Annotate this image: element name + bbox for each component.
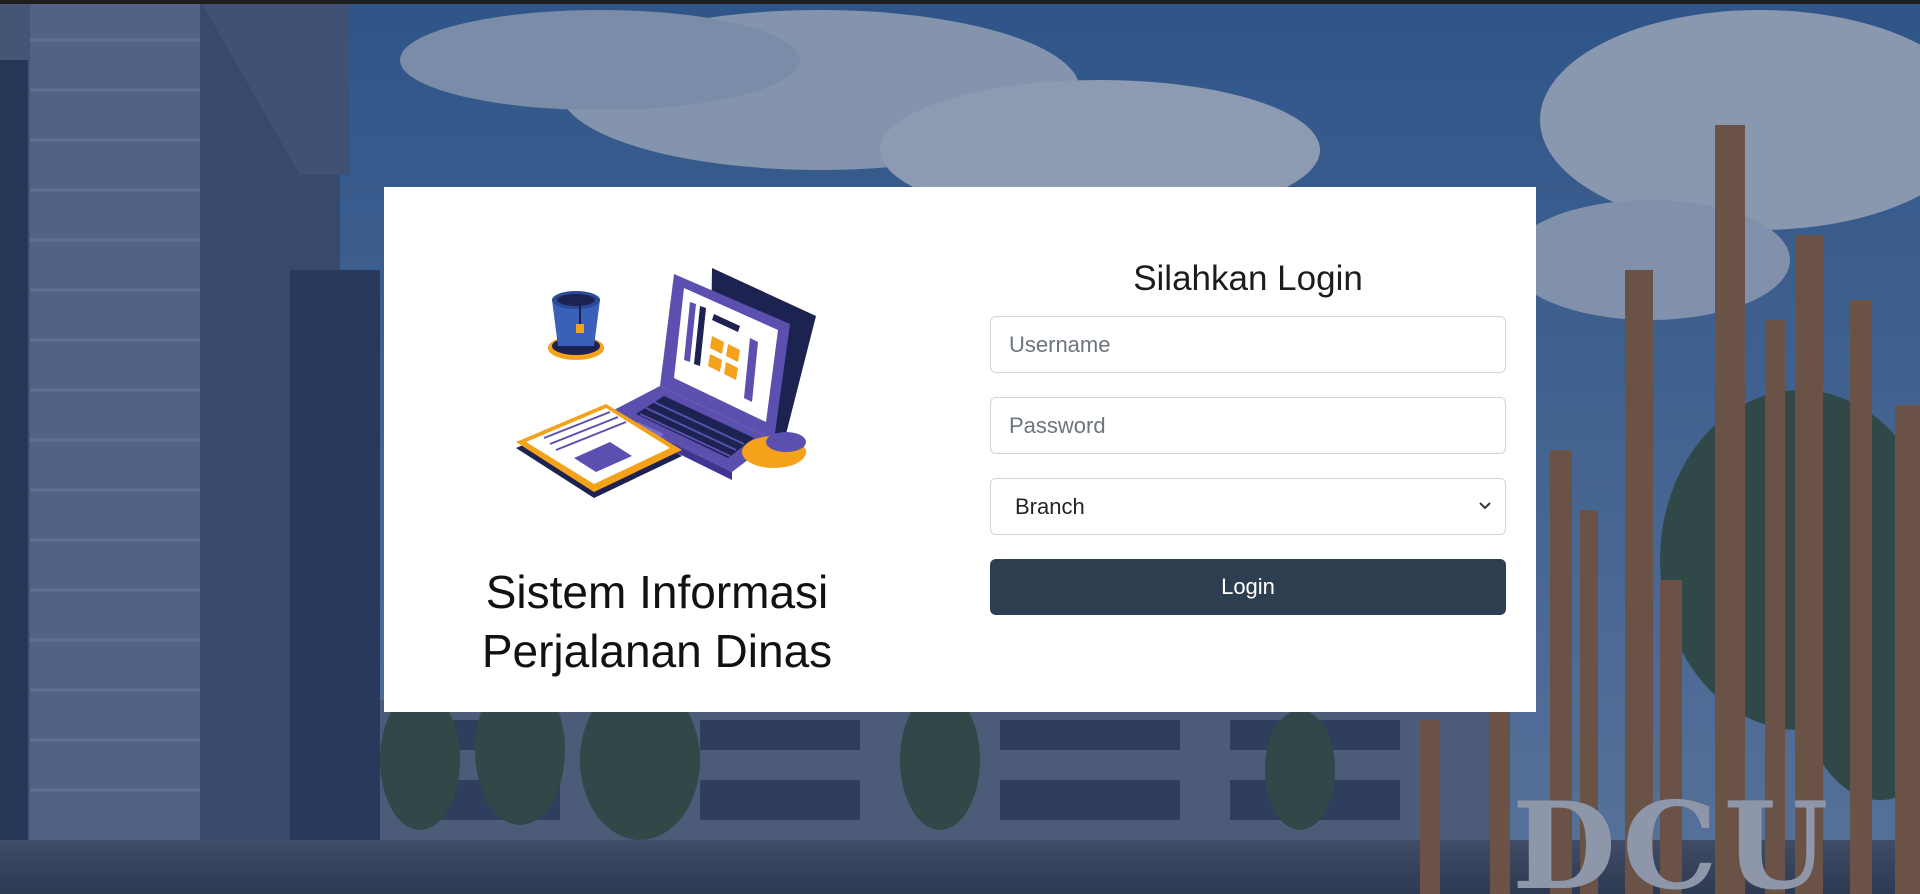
login-heading: Silahkan Login xyxy=(1133,259,1363,298)
branch-select-value: Branch xyxy=(1015,494,1085,519)
app-title-line-2: Perjalanan Dinas xyxy=(481,625,833,677)
password-input[interactable] xyxy=(990,397,1506,454)
branch-select[interactable]: Branch xyxy=(990,478,1506,535)
laptop-illustration-icon xyxy=(516,268,816,498)
chevron-down-icon xyxy=(1479,502,1491,510)
login-button[interactable]: Login xyxy=(990,559,1506,615)
login-page: DCU Sistem Informasi Perjalanan Dinas Si… xyxy=(0,0,1920,894)
login-card: Sistem Informasi Perjalanan Dinas Silahk… xyxy=(384,187,1536,712)
app-title: Sistem Informasi Perjalanan Dinas xyxy=(444,563,870,681)
username-input[interactable] xyxy=(990,316,1506,373)
app-title-line-1: Sistem Informasi xyxy=(485,566,829,618)
top-bar xyxy=(0,0,1920,4)
